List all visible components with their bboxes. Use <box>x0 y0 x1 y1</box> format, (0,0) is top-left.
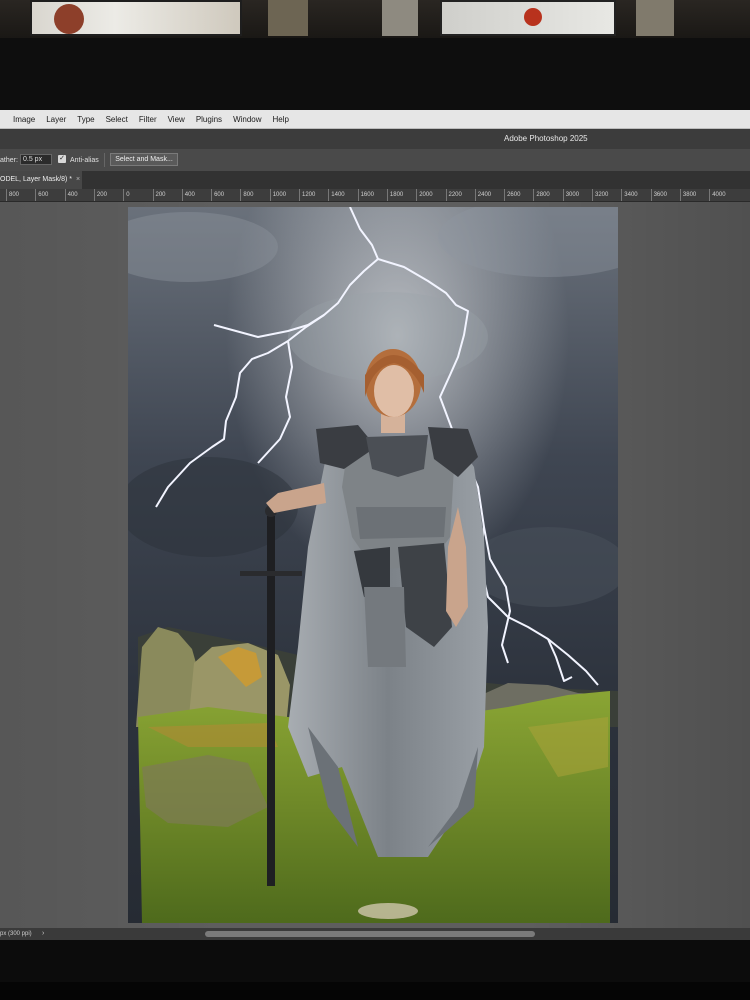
ruler-label: 3000 <box>565 192 580 198</box>
ruler-label: 2800 <box>536 192 550 198</box>
ruler-tick <box>709 189 711 201</box>
ruler-tick <box>6 189 7 201</box>
ruler-tick <box>679 189 681 201</box>
menu-item-type[interactable]: Type <box>77 115 94 124</box>
horizontal-scrollbar[interactable] <box>205 931 535 937</box>
menu-item-select[interactable]: Select <box>106 115 128 124</box>
document-canvas[interactable] <box>128 207 618 923</box>
ruler-label: 400 <box>67 192 78 198</box>
ruler-tick <box>621 189 623 201</box>
wall-picture-frame <box>636 0 674 36</box>
ruler-label: 3800 <box>682 192 697 198</box>
menu-item-filter[interactable]: Filter <box>139 115 157 124</box>
ruler-label: 600 <box>38 192 49 198</box>
ruler-tick <box>152 189 154 201</box>
ruler-tick <box>592 189 593 201</box>
title-bar: Adobe Photoshop 2025 <box>0 129 750 149</box>
horizontal-ruler[interactable]: 800 600 400 200 0 200 400 600 800 1000 1200 1400 160… <box>0 189 750 202</box>
ruler-tick <box>533 189 535 201</box>
menu-item-plugins[interactable]: Plugins <box>196 115 222 124</box>
wall-background <box>0 0 750 38</box>
ruler-tick <box>240 189 242 201</box>
menu-item-image[interactable]: Image <box>13 115 35 124</box>
menu-item-help[interactable]: Help <box>273 115 289 124</box>
ruler-label: 2200 <box>448 192 462 198</box>
ruler-label: 800 <box>243 192 254 198</box>
menu-item-layer[interactable]: Layer <box>46 115 66 124</box>
antialias-label: Anti-alias <box>70 157 99 164</box>
chevron-right-icon[interactable]: › <box>42 930 44 937</box>
close-icon[interactable]: × <box>76 176 80 183</box>
wall-picture-frame <box>382 0 418 36</box>
ruler-tick <box>299 189 300 201</box>
ruler-tick <box>562 189 564 201</box>
menu-item-view[interactable]: View <box>168 115 185 124</box>
monitor-bezel-top <box>0 38 750 110</box>
ruler-tick <box>328 189 330 201</box>
ruler-label: 200 <box>96 192 107 198</box>
ruler-tick <box>64 189 66 201</box>
ruler-tick <box>35 189 37 201</box>
ruler-label: 2600 <box>507 192 521 198</box>
document-tab[interactable]: ODEL, Layer Mask/8) * × <box>0 171 82 189</box>
ruler-label: 1200 <box>302 192 316 198</box>
document-tab-label: ODEL, Layer Mask/8) * <box>0 176 72 183</box>
divider <box>104 153 105 167</box>
status-bar: px (300 ppi) › <box>0 928 750 940</box>
ruler-label: 2000 <box>419 192 433 198</box>
ruler-label: 3400 <box>624 192 638 198</box>
wall-picture-frame <box>30 0 242 36</box>
ruler-label: 2400 <box>477 192 492 198</box>
antialias-checkbox[interactable]: ✓ <box>58 155 66 163</box>
ruler-tick <box>504 189 506 201</box>
ruler-tick <box>650 189 652 201</box>
menu-bar: Image Layer Type Select Filter View Plug… <box>0 110 750 129</box>
ruler-tick <box>357 189 359 201</box>
ruler-label: 4000 <box>712 192 726 198</box>
feather-label: ather: <box>0 157 18 164</box>
ruler-label: 800 <box>9 192 20 198</box>
options-bar: ather: 0.5 px ✓ Anti-alias Select and Ma… <box>0 149 750 171</box>
ruler-label: 3600 <box>653 192 667 198</box>
ruler-tick <box>269 189 271 201</box>
ruler-tick <box>211 189 213 201</box>
ruler-label: 1000 <box>272 192 287 198</box>
canvas-image <box>128 207 618 923</box>
ruler-label: 1600 <box>360 192 374 198</box>
ruler-tick <box>123 189 125 201</box>
monitor-bezel-bottom <box>0 940 750 1000</box>
ruler-label: 600 <box>214 192 225 198</box>
ruler-tick <box>416 189 418 201</box>
app-title: Adobe Photoshop 2025 <box>504 134 588 143</box>
ruler-tick <box>181 189 183 201</box>
ruler-tick <box>474 189 476 201</box>
ruler-label: 1400 <box>331 192 345 198</box>
ruler-tick <box>386 189 388 201</box>
select-and-mask-button[interactable]: Select and Mask... <box>110 153 178 166</box>
ruler-label: 0 <box>126 192 130 198</box>
ruler-label: 1800 <box>389 192 404 198</box>
feather-input[interactable]: 0.5 px <box>20 154 52 165</box>
document-tab-row: ODEL, Layer Mask/8) * × <box>0 171 750 189</box>
wall-picture-frame <box>268 0 308 36</box>
ruler-tick <box>93 189 95 201</box>
menu-item-window[interactable]: Window <box>233 115 261 124</box>
wall-picture-frame <box>440 0 616 36</box>
ruler-tick <box>445 189 447 201</box>
ruler-label: 200 <box>155 192 166 198</box>
ruler-label: 400 <box>184 192 195 198</box>
document-info: px (300 ppi) <box>0 931 32 937</box>
ruler-label: 3200 <box>595 192 609 198</box>
